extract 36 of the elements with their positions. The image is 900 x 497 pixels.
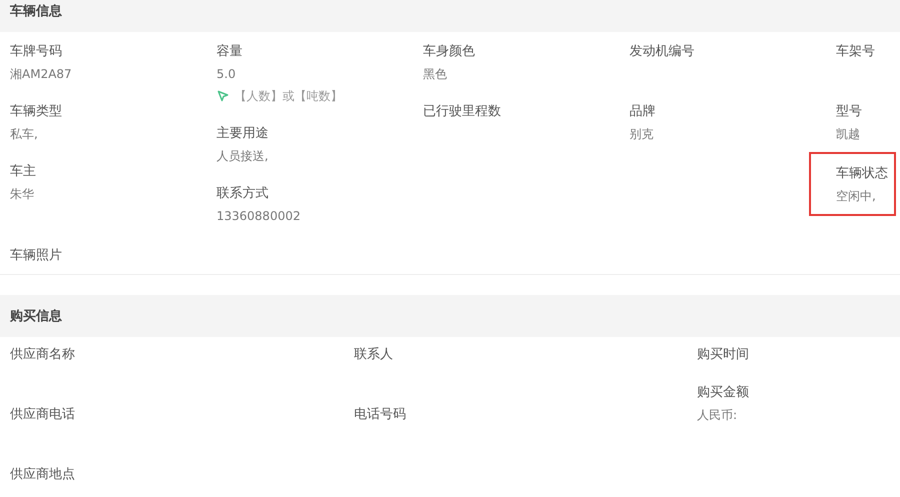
field-label: 车辆状态 [836, 165, 889, 183]
field-value: 空闲中, [836, 188, 877, 205]
field-value: 人民币: [697, 406, 738, 424]
field-label: 发动机编号 [630, 43, 696, 61]
field-value: 5.0 [216, 66, 237, 83]
field-label: 联系人 [354, 346, 394, 364]
field-label: 车架号 [836, 43, 876, 61]
field-value: 别克 [630, 126, 654, 143]
field-label: 车主 [10, 163, 37, 181]
section-header: 车辆信息 [0, 0, 900, 32]
field-value: 朱华 [10, 186, 35, 203]
field-label: 联系方式 [216, 185, 270, 203]
field-label: 车辆类型 [10, 103, 63, 121]
field-label: 品牌 [630, 103, 656, 121]
section-header: 购买信息 [0, 294, 900, 336]
field-label: 型号 [836, 103, 863, 121]
field-value: 湘AM2A87 [10, 66, 73, 83]
field-label: 电话号码 [354, 406, 407, 424]
field-label: 购买时间 [697, 346, 749, 364]
field-label: 车牌号码 [10, 43, 63, 61]
field-label: 车辆照片 [10, 248, 62, 263]
field-label: 供应商电话 [10, 406, 76, 424]
field-value: 人员接送, [216, 148, 270, 165]
field-label: 供应商地点 [10, 466, 76, 484]
pointer-icon [216, 90, 228, 102]
field-label: 供应商名称 [10, 346, 76, 364]
field-label: 容量 [216, 43, 244, 61]
field-label: 已行驶里程数 [423, 103, 502, 121]
field-value: 私车, [10, 126, 39, 143]
field-label: 车身颜色 [423, 43, 476, 61]
field-value: 凯越 [836, 126, 861, 143]
field-label: 购买金额 [697, 384, 749, 402]
field-value: 13360880002 [216, 208, 302, 225]
field-value: 黑色 [423, 66, 448, 83]
field-label: 主要用途 [216, 125, 270, 143]
hint-text: 【人数】或【吨数】 [234, 88, 342, 105]
